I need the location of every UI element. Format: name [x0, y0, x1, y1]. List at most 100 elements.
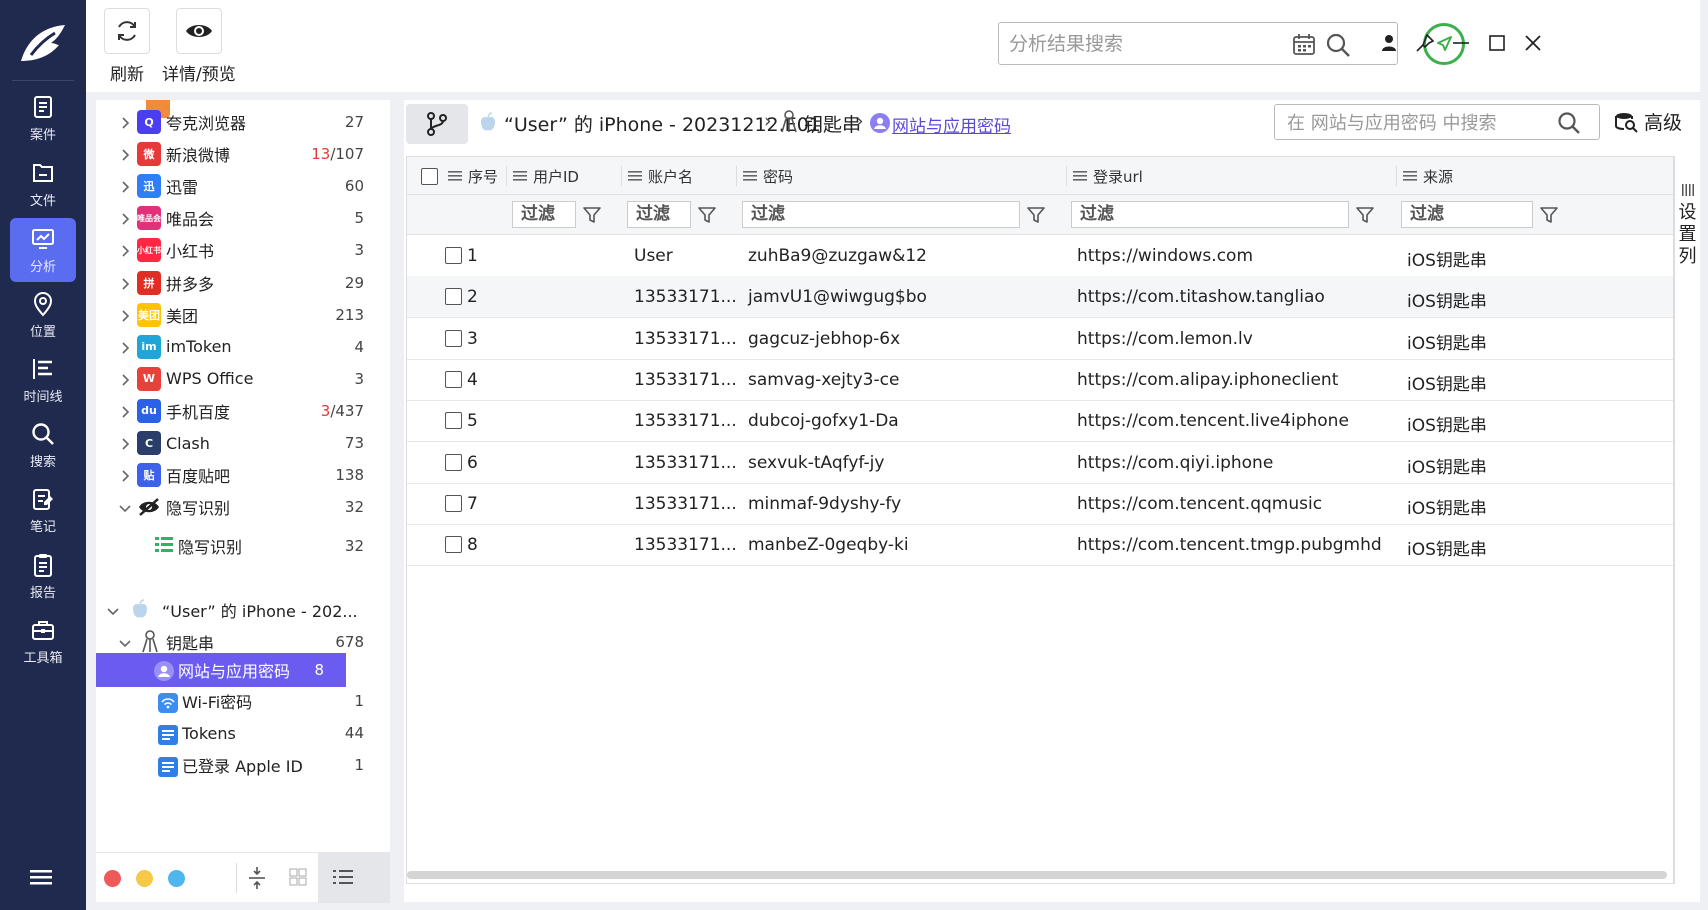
column-header[interactable]: 账户名	[622, 157, 737, 195]
tree-row-app[interactable]: 唯品会 唯品会 5	[96, 202, 390, 234]
nav-report[interactable]: 报告	[10, 544, 76, 608]
column-menu-icon[interactable]	[513, 170, 527, 182]
filter-icon[interactable]	[1355, 205, 1375, 225]
filter-icon[interactable]	[1539, 205, 1559, 225]
tree-row-app[interactable]: du 手机百度 3/437	[96, 395, 390, 427]
chevron-down-icon[interactable]	[118, 635, 132, 649]
yellow-dot[interactable]	[136, 870, 153, 887]
chevron-right-icon[interactable]	[118, 179, 132, 193]
tree-row-app[interactable]: 贴百度贴吧 138	[96, 459, 390, 491]
tree-row-keychain-item[interactable]: Wi-Fi密码 1	[96, 685, 390, 717]
blue-dot[interactable]	[168, 870, 185, 887]
pin-icon[interactable]	[1414, 32, 1436, 54]
chevron-right-icon[interactable]	[118, 115, 132, 129]
tree-row-app[interactable]: 拼拼多多 29	[96, 267, 390, 299]
nav-note[interactable]: 笔记	[10, 478, 76, 542]
nav-timeline[interactable]: 时间线	[10, 348, 76, 412]
chevron-right-icon[interactable]	[118, 243, 132, 257]
column-menu-icon[interactable]	[628, 170, 642, 182]
nav-file[interactable]: 文件	[10, 152, 76, 216]
tree-row-app[interactable]: 美团 美团 213	[96, 299, 390, 331]
global-search-input[interactable]	[1009, 31, 1299, 57]
row-checkbox[interactable]	[445, 494, 462, 512]
table-row[interactable]: 5 13533171... dubcoj-gofxy1-Da https://com.…	[407, 400, 1673, 443]
nav-analysis[interactable]: 分析	[10, 218, 76, 282]
tree-row-app[interactable]: 隐写识别 32	[96, 491, 390, 523]
nav-case[interactable]: 案件	[10, 86, 76, 150]
chevron-right-icon[interactable]	[118, 372, 132, 386]
maximize-icon[interactable]	[1486, 32, 1508, 54]
tree-row-app[interactable]: C Clash 73	[96, 427, 390, 459]
user-icon[interactable]	[1378, 32, 1400, 54]
column-header[interactable]: 来源	[1397, 157, 1673, 195]
search-icon[interactable]	[1325, 32, 1351, 58]
column-header[interactable]: 用户ID	[507, 157, 622, 195]
grid-view-icon[interactable]	[288, 867, 308, 887]
minimize-icon[interactable]	[1450, 32, 1472, 54]
chevron-right-icon[interactable]	[118, 340, 132, 354]
list-view-button[interactable]	[318, 853, 390, 903]
nav-toolbox[interactable]: 工具箱	[10, 609, 76, 673]
horizontal-scrollbar[interactable]	[407, 871, 1667, 879]
nav-search[interactable]: 搜索	[10, 413, 76, 477]
column-menu-icon[interactable]	[448, 170, 462, 182]
table-row[interactable]: 3 13533171... gagcuz-jebhop-6x https://com.…	[407, 318, 1673, 360]
close-icon[interactable]	[1522, 32, 1544, 54]
row-checkbox[interactable]	[445, 453, 462, 471]
breadcrumb-keychain[interactable]: 钥匙串	[804, 110, 861, 137]
row-checkbox[interactable]	[445, 536, 462, 554]
chevron-right-icon[interactable]	[118, 468, 132, 482]
filter-icon[interactable]	[582, 205, 602, 225]
tree-row-app[interactable]: 微新浪微博 13/107	[96, 138, 390, 170]
filter-input[interactable]: 过滤	[1401, 201, 1533, 228]
row-checkbox[interactable]	[445, 370, 462, 388]
branch-button[interactable]	[406, 104, 468, 144]
filter-input[interactable]: 过滤	[627, 201, 691, 228]
local-search-input[interactable]	[1287, 111, 1537, 135]
column-header[interactable]: 序号	[407, 157, 507, 195]
red-dot[interactable]	[104, 870, 121, 887]
menu-icon[interactable]	[30, 868, 56, 888]
calendar-icon[interactable]	[1291, 32, 1317, 58]
advanced-search-button[interactable]: 高级	[1614, 108, 1682, 135]
column-menu-icon[interactable]	[1073, 170, 1087, 182]
filter-input[interactable]: 过滤	[1071, 201, 1349, 228]
nav-location[interactable]: 位置	[10, 283, 76, 347]
tree-row-stego-child[interactable]: 隐写识别 32	[96, 530, 390, 562]
table-row[interactable]: 1 User zuhBa9@zuzgaw&12 https://windows.com…	[407, 235, 1673, 277]
filter-icon[interactable]	[697, 205, 717, 225]
table-row[interactable]: 2 13533171... jamvU1@wiwgug$bo https://com.…	[407, 276, 1673, 319]
row-checkbox[interactable]	[445, 247, 462, 264]
search-icon[interactable]	[1557, 111, 1581, 135]
refresh-button[interactable]: 刷新	[104, 8, 150, 85]
chevron-right-icon[interactable]	[118, 276, 132, 290]
filter-input[interactable]: 过滤	[512, 201, 576, 228]
chevron-right-icon[interactable]	[118, 147, 132, 161]
set-columns-button[interactable]: 设 置 列	[1674, 156, 1700, 884]
column-header[interactable]: 登录url	[1067, 157, 1397, 195]
chevron-right-icon[interactable]	[118, 436, 132, 450]
chevron-right-icon[interactable]	[118, 211, 132, 225]
table-row[interactable]: 8 13533171... manbeZ-0geqby-ki https://com.…	[407, 524, 1673, 567]
column-menu-icon[interactable]	[1403, 170, 1417, 182]
filter-icon[interactable]	[1026, 205, 1046, 225]
breadcrumb-current[interactable]: 网站与应用密码	[892, 112, 1011, 137]
chevron-right-icon[interactable]	[118, 404, 132, 418]
column-header[interactable]: 密码	[737, 157, 1067, 195]
tree-row-app[interactable]: W WPS Office 3	[96, 363, 390, 395]
column-menu-icon[interactable]	[743, 170, 757, 182]
table-row[interactable]: 4 13533171... samvag-xejty3-ce https://com.…	[407, 359, 1673, 401]
row-checkbox[interactable]	[445, 412, 462, 430]
chevron-down-icon[interactable]	[106, 603, 120, 617]
tree-row-keychain-item[interactable]: 网站与应用密码 8	[96, 653, 346, 687]
row-checkbox[interactable]	[445, 288, 462, 306]
filter-input[interactable]: 过滤	[742, 201, 1020, 228]
tree-row-device[interactable]: “User” 的 iPhone - 202...	[96, 594, 390, 626]
tree-row-keychain-item[interactable]: 已登录 Apple ID 1	[96, 749, 390, 781]
tree-row-app[interactable]: 迅迅雷 60	[96, 170, 390, 202]
preview-button[interactable]: 详情/预览	[162, 8, 236, 85]
select-all-checkbox[interactable]	[421, 167, 438, 185]
tree-row-app[interactable]: im imToken 4	[96, 331, 390, 363]
tree-row-app[interactable]: Q 夸克浏览器 27	[96, 106, 390, 138]
tree-row-keychain-item[interactable]: Tokens 44	[96, 717, 390, 749]
